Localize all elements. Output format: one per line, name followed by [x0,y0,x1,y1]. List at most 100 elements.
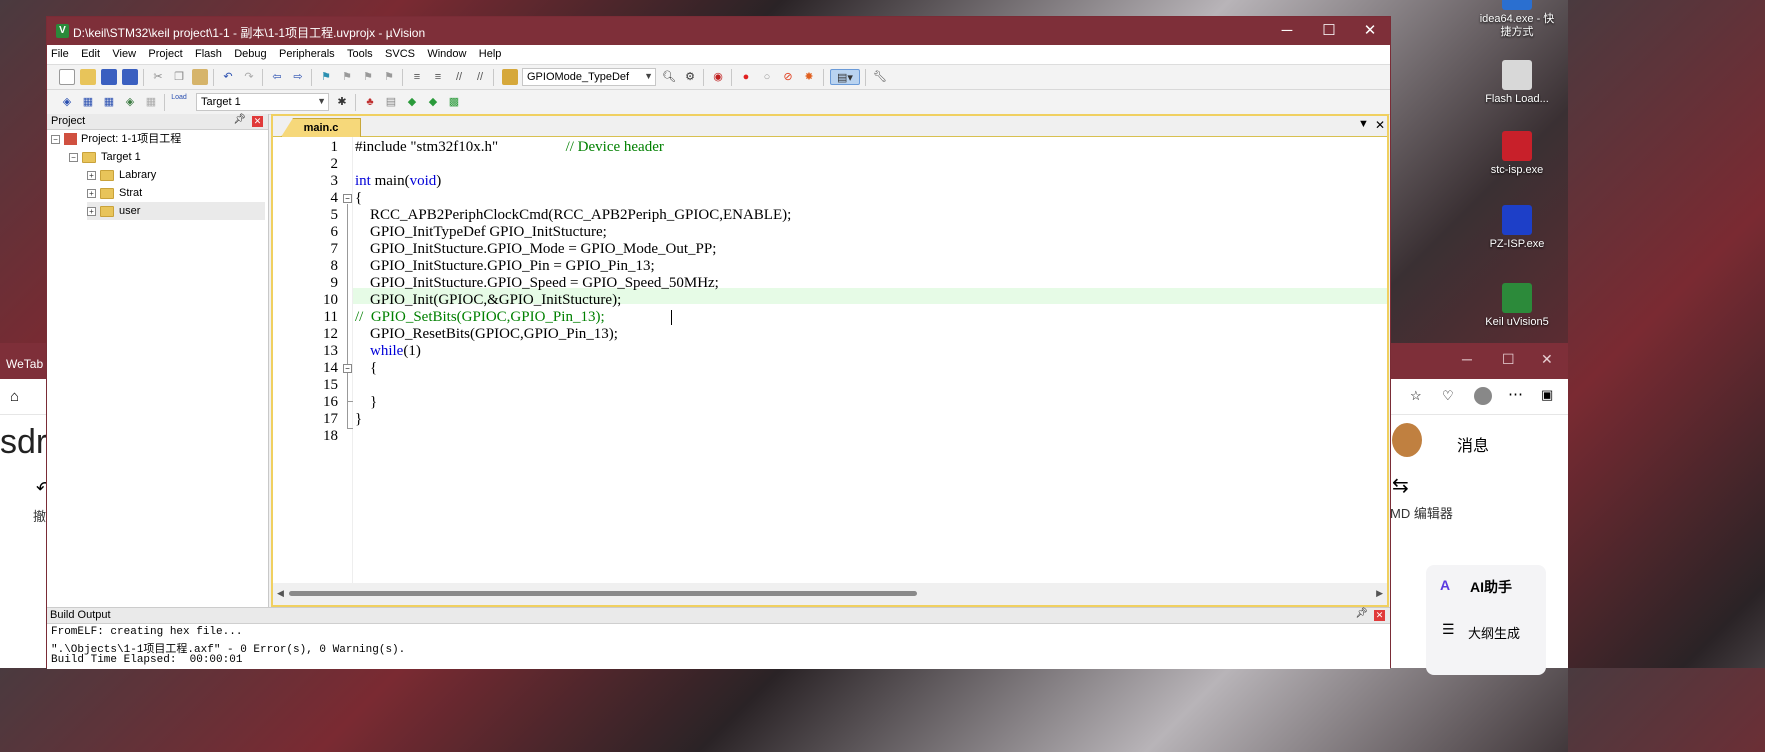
disable-breakpoint-icon[interactable]: ○ [759,69,775,85]
kill-breakpoints-icon[interactable]: ✸ [801,69,817,85]
menu-window[interactable]: Window [423,45,470,60]
redo-icon[interactable]: ↷ [241,69,257,85]
minimize-button[interactable]: ─ [1267,20,1307,42]
tree-item-target[interactable]: − Target 1 [69,148,141,166]
md-editor-icon[interactable]: ⇆ [1392,473,1409,498]
fold-collapse-icon[interactable]: − [343,364,352,373]
navigate-forward-icon[interactable]: ⇨ [290,69,306,85]
desktop-icon-pz-isp[interactable]: PZ-ISP.exe [1477,205,1557,251]
menu-tools[interactable]: Tools [343,45,377,60]
copy-icon[interactable]: ❐ [171,69,187,85]
clear-bookmarks-icon[interactable]: ⚑ [381,69,397,85]
avatar[interactable] [1474,387,1492,405]
messages-label[interactable]: 消息 [1457,432,1489,456]
menu-edit[interactable]: Edit [77,45,104,60]
breakpoint-icon[interactable]: ● [738,69,754,85]
translate-icon[interactable]: ◈ [59,94,75,110]
home-icon[interactable]: ⌂ [10,388,19,405]
menu-svcs[interactable]: SVCS [381,45,419,60]
scroll-right-icon[interactable]: ▶ [1376,588,1383,599]
window-layout-icon[interactable]: ▤▾ [830,69,860,85]
desktop-icon-flash-loader[interactable]: Flash Load... [1477,60,1557,106]
horizontal-scrollbar[interactable]: ◀ ▶ [273,583,1387,605]
scrollbar-thumb[interactable] [289,591,917,596]
target-combo[interactable]: Target 1 ▼ [196,93,329,111]
menu-help[interactable]: Help [475,45,506,60]
configure-icon[interactable]: 🔧︎ [872,69,888,85]
run-time-environment-icon[interactable]: ▩ [446,94,462,110]
chevron-down-icon[interactable]: ▼ [644,70,653,83]
bookmark-list-icon[interactable]: ☆ [1410,388,1422,404]
tree-item-group[interactable]: + Labrary [87,166,156,184]
close-icon[interactable]: ✕ [1541,351,1553,368]
batch-build-icon[interactable]: ◈ [122,94,138,110]
manage-project-items-icon[interactable]: ♣ [362,94,378,110]
menu-view[interactable]: View [108,45,140,60]
select-packs-icon[interactable]: ◆ [404,94,420,110]
save-all-icon[interactable] [122,69,138,85]
close-icon[interactable]: ✕ [252,116,263,127]
tree-item-project[interactable]: − Project: 1-1项目工程 [51,130,181,148]
pin-icon[interactable]: 📌︎ [1355,608,1368,619]
bookmark-icon[interactable]: ⚑ [318,69,334,85]
collapse-icon[interactable]: − [69,152,78,162]
expand-icon[interactable]: + [87,170,96,180]
find-combo[interactable]: GPIOMode_TypeDef ▼ [522,68,656,86]
expand-icon[interactable]: + [87,188,96,198]
incremental-find-icon[interactable]: ⚙ [682,69,698,85]
chevron-down-icon[interactable]: ▼ [1358,118,1369,130]
tab-main-c[interactable]: main.c [281,118,361,137]
maximize-icon[interactable]: ☐ [1502,351,1515,368]
desktop-icon-idea[interactable]: idea64.exe - 快捷方式 [1477,0,1557,39]
prev-bookmark-icon[interactable]: ⚑ [339,69,355,85]
menu-peripherals[interactable]: Peripherals [275,45,339,60]
menu-project[interactable]: Project [144,45,186,60]
desktop-icon-keil[interactable]: Keil uVision5 [1477,283,1557,329]
unindent-icon[interactable]: ≡ [430,69,446,85]
next-bookmark-icon[interactable]: ⚑ [360,69,376,85]
uncomment-icon[interactable]: // [472,69,488,85]
manage-rte-icon[interactable]: ▤ [383,94,399,110]
open-icon[interactable] [80,69,96,85]
close-icon[interactable]: ✕ [1374,610,1385,621]
new-file-icon[interactable] [59,69,75,85]
download-icon[interactable]: Load [171,94,187,110]
menu-flash[interactable]: Flash [191,45,226,60]
save-icon[interactable] [101,69,117,85]
navigate-back-icon[interactable]: ⇦ [269,69,285,85]
tree-item-group[interactable]: + Strat [87,184,142,202]
rebuild-icon[interactable]: ▦ [101,94,117,110]
tree-item-group-selected[interactable]: + user [87,202,265,220]
md-editor-label[interactable]: MD 编辑器 [1390,503,1453,522]
undo-icon[interactable]: ↶ [220,69,236,85]
fold-collapse-icon[interactable]: − [343,194,352,203]
minimize-icon[interactable]: ─ [1462,351,1472,367]
desktop-icon-stc-isp[interactable]: stc-isp.exe [1477,131,1557,177]
more-icon[interactable]: ⋯ [1508,385,1523,403]
close-icon[interactable]: ✕ [1375,118,1385,132]
scroll-left-icon[interactable]: ◀ [277,588,284,599]
debug-session-icon[interactable]: ◉ [710,69,726,85]
menu-debug[interactable]: Debug [230,45,270,60]
collapse-icon[interactable]: − [51,134,60,144]
disable-all-breakpoints-icon[interactable]: ⊘ [780,69,796,85]
close-button[interactable]: ✕ [1350,20,1390,42]
options-for-target-icon[interactable]: ✱ [334,94,350,110]
outline-label[interactable]: 大纲生成 [1468,623,1520,642]
maximize-button[interactable]: ☐ [1309,20,1349,42]
pack-installer-icon[interactable]: ◆ [425,94,441,110]
cut-icon[interactable]: ✂ [150,69,166,85]
health-icon[interactable]: ♡ [1442,388,1454,404]
menu-file[interactable]: File [47,45,73,60]
expand-icon[interactable]: + [87,206,96,216]
find-in-files-icon[interactable] [502,69,518,85]
comment-icon[interactable]: // [451,69,467,85]
chevron-down-icon[interactable]: ▼ [317,95,326,108]
find-icon[interactable]: 🔍︎ [661,69,677,85]
indent-icon[interactable]: ≡ [409,69,425,85]
paste-icon[interactable] [192,69,208,85]
sidebar-toggle-icon[interactable]: ▣ [1541,387,1553,403]
ai-assistant-label[interactable]: AI助手 [1470,577,1512,597]
stop-build-icon[interactable]: ▦ [143,94,159,110]
pin-icon[interactable]: 📌︎ [233,114,246,125]
